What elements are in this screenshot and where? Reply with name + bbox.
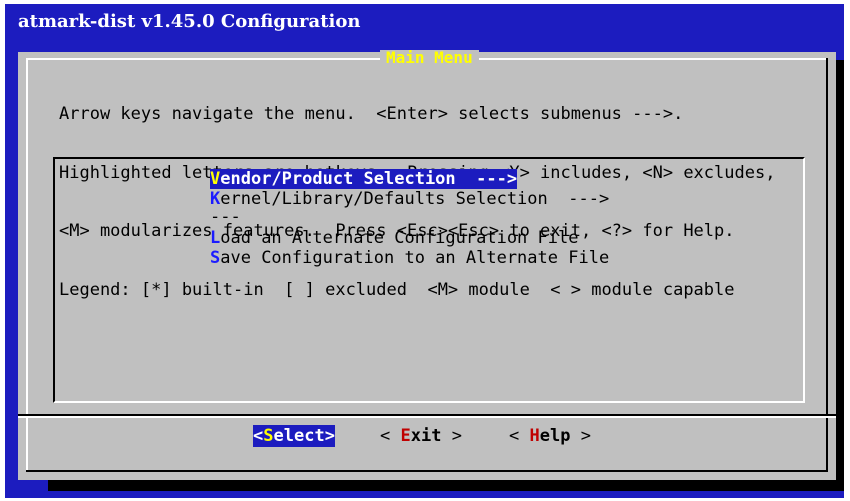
exit-button-label: xit	[410, 426, 442, 446]
help-button-hotkey: H	[529, 426, 540, 446]
help-button[interactable]: < Help >	[509, 425, 591, 447]
main-menu-dialog: Main Menu Arrow keys navigate the menu. …	[18, 50, 836, 480]
menu-item-vendor-product-selection[interactable]: Vendor/Product Selection --->	[210, 169, 518, 189]
select-button-open: <	[253, 426, 264, 446]
button-row: <Select> < Exit > < Help >	[18, 425, 836, 449]
help-button-label: elp	[539, 426, 571, 446]
help-line: Arrow keys navigate the menu. <Enter> se…	[59, 104, 684, 124]
select-button-close: >	[324, 426, 335, 446]
dialog-title: Main Menu	[380, 50, 479, 66]
menu-item-label: oad an Alternate Configuration File	[220, 228, 579, 248]
dialog-frame-right	[826, 58, 828, 472]
menu-item-label: endor/Product Selection --->	[220, 169, 518, 189]
dialog-frame-left	[26, 58, 28, 472]
app-title: atmark-dist v1.45.0 Configuration	[18, 11, 361, 32]
exit-button[interactable]: < Exit >	[380, 425, 462, 447]
menu-separator: ---	[210, 207, 241, 227]
button-divider-highlight	[18, 416, 836, 418]
menu-item-kernel-library-defaults-selection[interactable]: Kernel/Library/Defaults Selection --->	[210, 189, 609, 209]
exit-button-close: >	[441, 426, 462, 446]
exit-button-open: <	[380, 426, 401, 446]
menu-item-hotkey: L	[210, 228, 221, 248]
dialog-shadow-bottom	[48, 480, 836, 491]
select-button[interactable]: <Select>	[253, 425, 335, 447]
dialog-shadow-right	[836, 60, 844, 491]
select-button-hotkey: S	[263, 426, 274, 446]
select-button-label: elect	[273, 426, 325, 446]
menu-item-label: ave Configuration to an Alternate File	[220, 248, 610, 268]
exit-button-hotkey: E	[400, 426, 411, 446]
menu-item-hotkey: S	[210, 248, 221, 268]
menu-item-load-alternate-config[interactable]: Load an Alternate Configuration File	[210, 228, 578, 248]
menu-item-label: ---	[210, 207, 241, 227]
menu-item-hotkey: K	[210, 189, 221, 209]
dialog-frame-bottom	[26, 470, 828, 472]
menu-item-label: ernel/Library/Defaults Selection --->	[220, 189, 610, 209]
help-button-open: <	[509, 426, 530, 446]
menu-box: Vendor/Product Selection ---> Kernel/Lib…	[53, 157, 805, 403]
help-button-close: >	[570, 426, 591, 446]
menu-item-save-alternate-config[interactable]: Save Configuration to an Alternate File	[210, 248, 609, 268]
menu-item-hotkey: V	[210, 169, 221, 189]
